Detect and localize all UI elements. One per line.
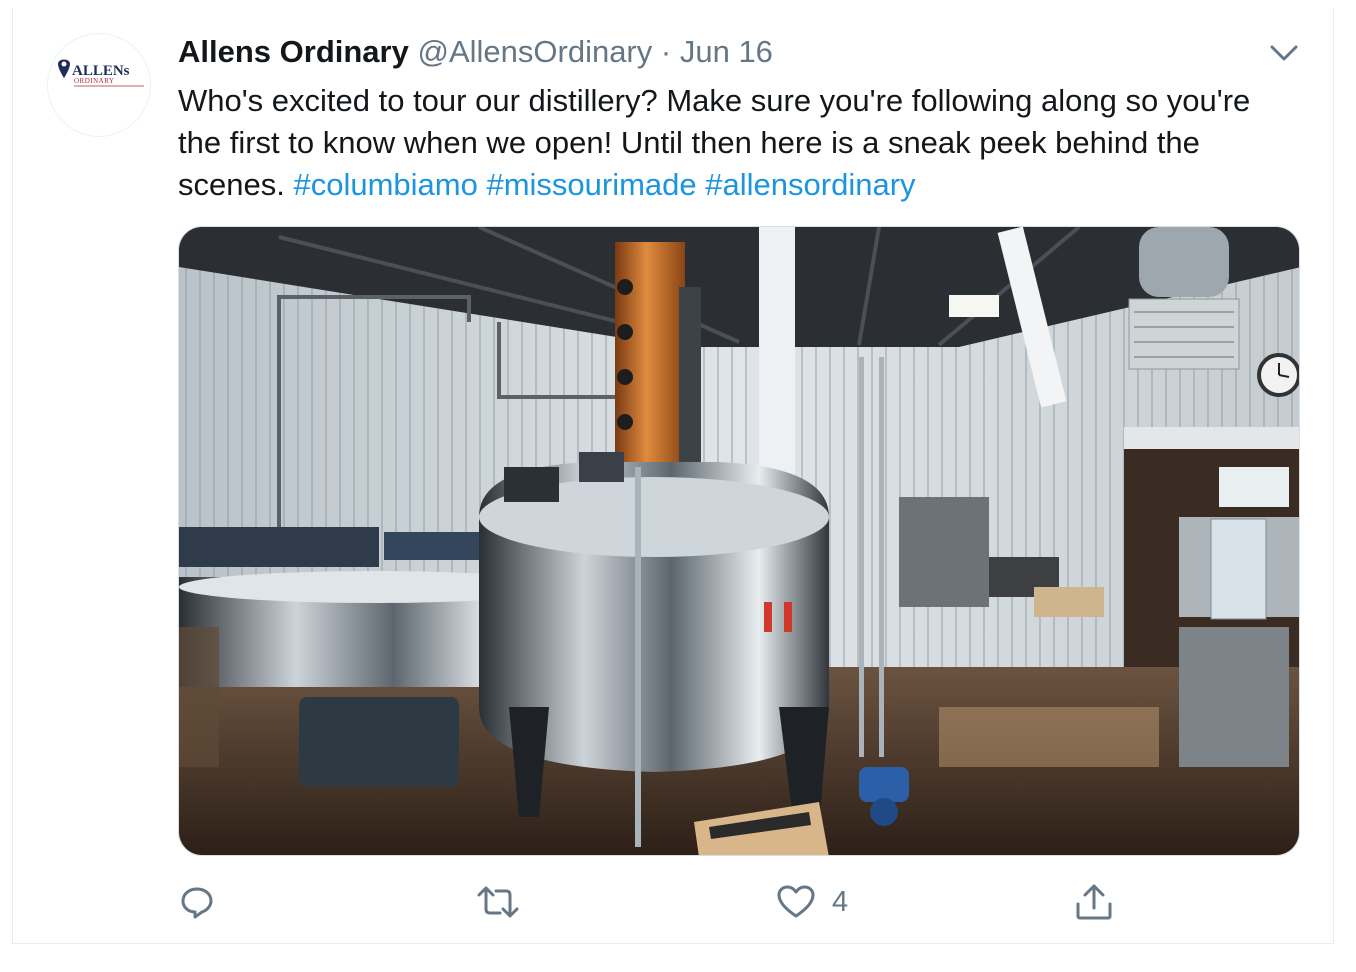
- hashtag-allensordinary[interactable]: #allensordinary: [705, 167, 915, 202]
- heart-icon: [777, 885, 815, 918]
- tweet-date[interactable]: Jun 16: [680, 34, 773, 69]
- like-count: 4: [832, 885, 849, 918]
- reply-icon: [181, 887, 213, 919]
- allens-ordinary-logo: ALLENs ORDINARY: [58, 59, 144, 87]
- retweet-icon: [477, 886, 519, 918]
- hashtag-missourimade[interactable]: #missourimade: [486, 167, 696, 202]
- like-action[interactable]: 4: [776, 880, 848, 924]
- tweet-text: Who's excited to tour our distillery? Ma…: [178, 80, 1288, 206]
- hashtag-columbiamo[interactable]: #columbiamo: [293, 167, 477, 202]
- retweet-action[interactable]: [476, 880, 520, 924]
- distillery-photo: [179, 227, 1299, 855]
- tweet-header: Allens Ordinary @AllensOrdinary · Jun 16: [178, 32, 773, 72]
- tweet-photo[interactable]: [178, 226, 1300, 856]
- handle[interactable]: @AllensOrdinary: [417, 34, 652, 69]
- chevron-down-icon[interactable]: [1266, 38, 1302, 68]
- reply-action[interactable]: [178, 880, 216, 924]
- share-icon: [1076, 884, 1112, 920]
- svg-text:ORDINARY: ORDINARY: [74, 77, 115, 85]
- share-action[interactable]: [1074, 880, 1114, 924]
- avatar[interactable]: ALLENs ORDINARY: [47, 33, 151, 137]
- separator: ·: [660, 34, 672, 69]
- display-name[interactable]: Allens Ordinary: [178, 34, 409, 69]
